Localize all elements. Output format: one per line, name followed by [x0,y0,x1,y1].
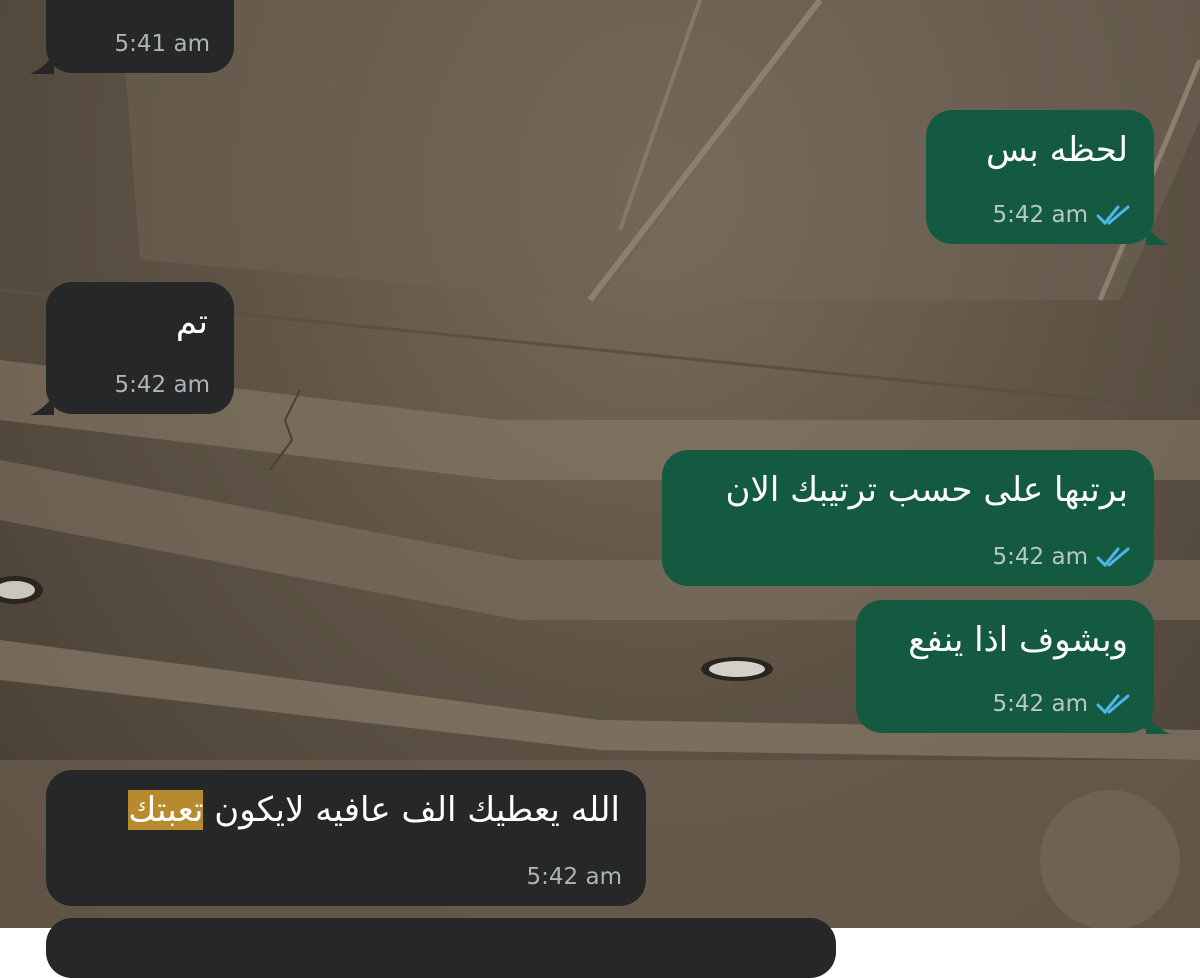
message-time: 5:42 am [526,864,622,890]
bubble-tail [30,54,54,74]
message-text: الله يعطيك الف عافيه لايكون تعبتك [128,788,620,832]
message-bubble-outgoing[interactable]: لحظه بس 5:42 am [926,110,1170,245]
message-text: لحظه بس [985,130,1128,170]
message-meta: 5:42 am [115,372,210,398]
double-check-read-icon [1096,205,1130,226]
message-meta: 5:42 am [993,691,1130,717]
message-bubble-incoming[interactable]: تم 5:42 am [30,282,234,415]
bubble-tail [1146,225,1170,245]
message-time: 5:41 am [114,31,210,57]
message-text: تم [175,302,208,342]
message-bubble-outgoing[interactable]: برتبها على حسب ترتيبك الان 5:42 am [662,450,1154,586]
message-meta: 5:42 am [993,202,1130,228]
message-text-plain: الله يعطيك الف عافيه لايكون [203,790,620,830]
message-meta: 5:41 am [115,31,210,57]
selected-text-highlight[interactable]: تعبتك [128,790,204,830]
double-check-read-icon [1096,694,1130,715]
double-check-read-icon [1096,547,1130,568]
message-text: وبشوف اذا ينفع [908,620,1128,660]
message-bubble-outgoing[interactable]: وبشوف اذا ينفع 5:42 am [856,600,1170,734]
message-time: 5:42 am [992,691,1088,717]
message-meta: 5:42 am [527,864,622,890]
message-bubble-incoming[interactable]: الله يعطيك الف عافيه لايكون تعبتك 5:42 a… [46,770,646,906]
message-bubble-incoming[interactable] [46,918,836,978]
message-time: 5:42 am [114,372,210,398]
message-meta: 5:42 am [993,544,1130,570]
message-text: برتبها على حسب ترتيبك الان [725,470,1129,510]
message-bubble-incoming[interactable]: 5:41 am [30,0,234,74]
message-time: 5:42 am [992,544,1088,570]
bubble-tail [30,395,54,415]
message-time: 5:42 am [992,202,1088,228]
bubble-tail [1146,714,1170,734]
